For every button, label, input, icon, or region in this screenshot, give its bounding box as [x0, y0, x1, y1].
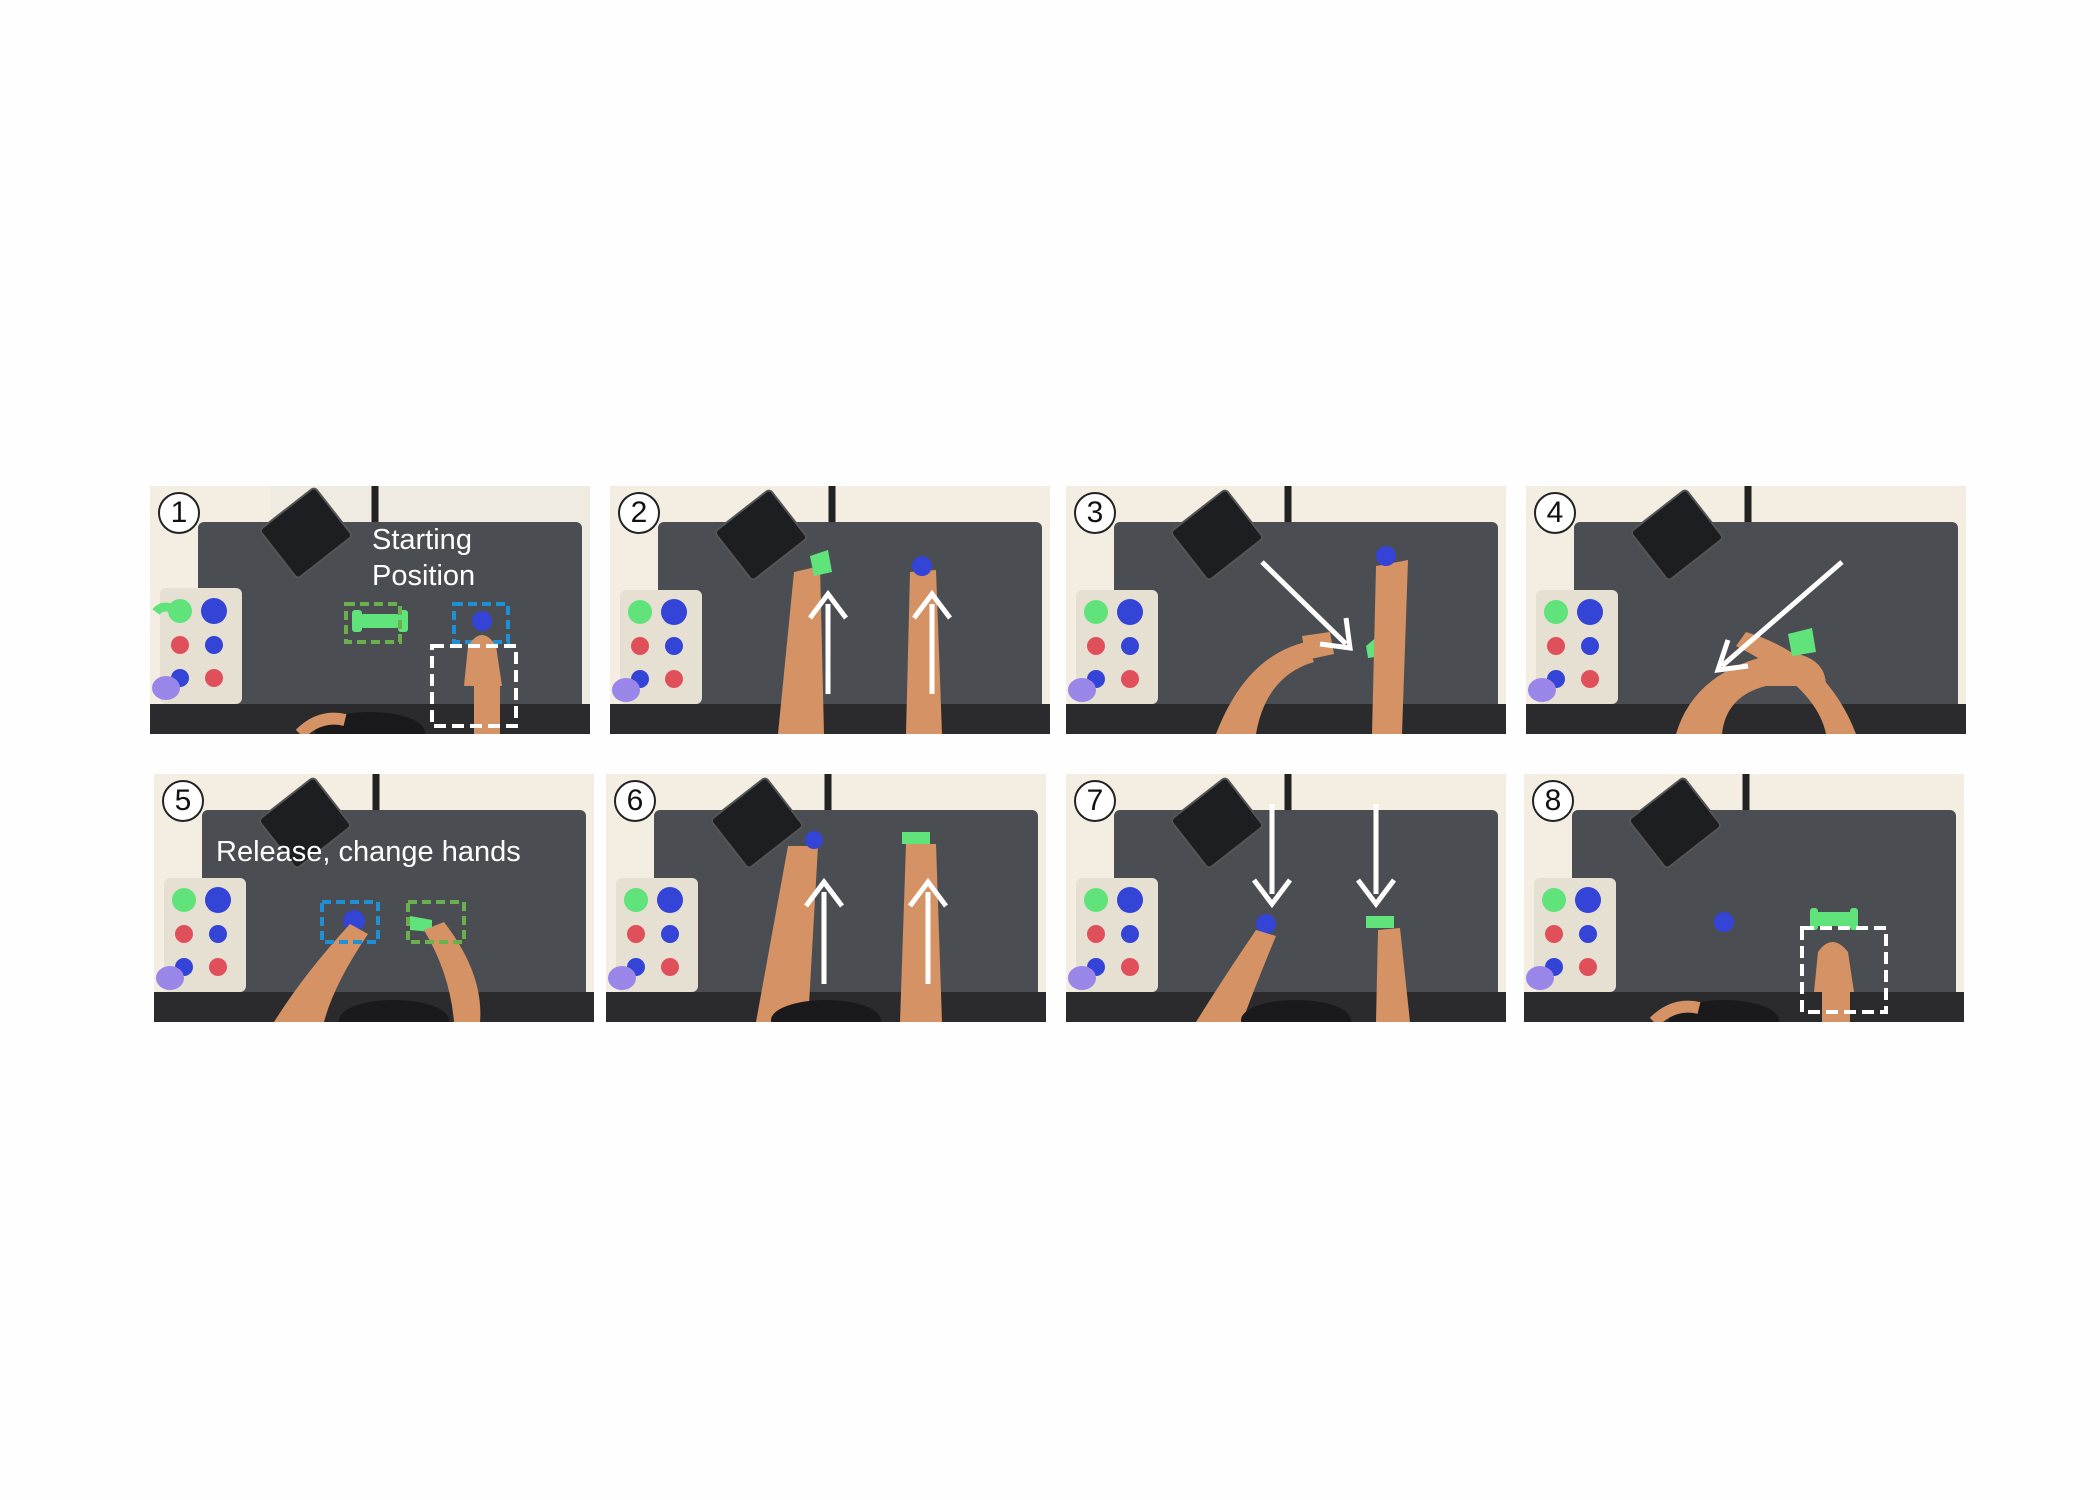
caption-line-1: Starting [372, 524, 472, 556]
panel-6-photo [606, 774, 1046, 1022]
panel-4: 4 [1526, 486, 1966, 734]
panel-1: 1 Starting Position [150, 486, 590, 734]
step-number-badge: 4 [1534, 492, 1576, 534]
step-number-badge: 1 [158, 492, 200, 534]
panel-3: 3 [1066, 486, 1506, 734]
panel-1-photo [150, 486, 590, 734]
caption-line-1: Release, change hands [216, 836, 521, 868]
panel-7-photo [1066, 774, 1506, 1022]
panel-8-photo [1524, 774, 1964, 1022]
step-number-badge: 5 [162, 780, 204, 822]
panel-6: 6 [606, 774, 1046, 1022]
panel-2-photo [610, 486, 1050, 734]
step-number-badge: 8 [1532, 780, 1574, 822]
panel-7: 7 [1066, 774, 1506, 1022]
step-number-badge: 2 [618, 492, 660, 534]
panel-2: 2 [610, 486, 1050, 734]
panel-3-photo [1066, 486, 1506, 734]
caption-line-2: Position [372, 560, 476, 592]
panel-5: 5 Release, change hands [154, 774, 594, 1022]
step-number-badge: 7 [1074, 780, 1116, 822]
panel-8: 8 [1524, 774, 1964, 1022]
panel-4-photo [1526, 486, 1966, 734]
panel-5-photo [154, 774, 594, 1022]
step-number-badge: 6 [614, 780, 656, 822]
step-number-badge: 3 [1074, 492, 1116, 534]
